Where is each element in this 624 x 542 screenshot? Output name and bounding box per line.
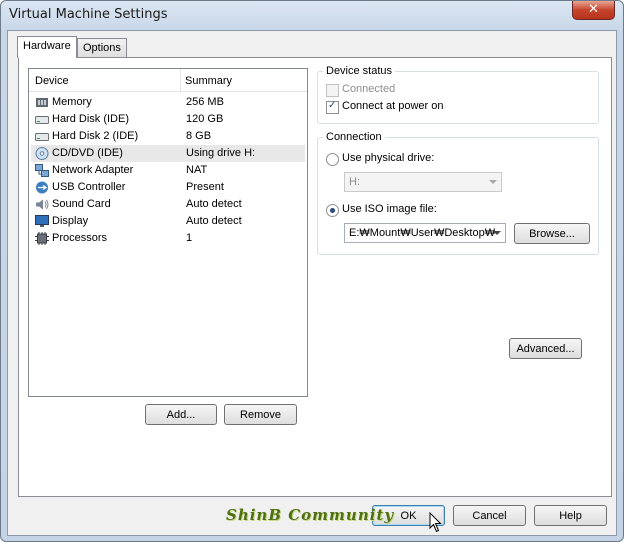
- cd-dvd-icon: [35, 147, 49, 160]
- device-list-header: Device Summary: [29, 69, 307, 92]
- mouse-cursor-icon: [429, 512, 442, 533]
- physical-drive-select[interactable]: H:: [344, 172, 502, 192]
- device-row-hard-disk[interactable]: Hard Disk (IDE) 120 GB: [31, 111, 305, 128]
- device-name: Network Adapter: [52, 164, 134, 176]
- memory-icon: [36, 98, 48, 107]
- device-summary: 256 MB: [186, 96, 224, 108]
- use-iso-image-radio[interactable]: [326, 204, 339, 217]
- close-icon: ✕: [588, 2, 599, 17]
- tab-hardware[interactable]: Hardware: [17, 36, 77, 58]
- remove-button[interactable]: Remove: [224, 404, 297, 425]
- connected-label: Connected: [342, 83, 396, 95]
- column-header-summary[interactable]: Summary: [185, 75, 232, 87]
- usb-icon: [36, 181, 48, 194]
- device-summary: Using drive H:: [186, 147, 256, 159]
- watermark-text: ShinB Community: [226, 506, 395, 524]
- device-list[interactable]: Device Summary Memory 256 MB Hard Disk (…: [28, 68, 308, 397]
- device-summary: Auto detect: [186, 215, 242, 227]
- device-name: Memory: [52, 96, 92, 108]
- device-name: CD/DVD (IDE): [52, 147, 123, 159]
- connect-at-power-on-label: Connect at power on: [342, 100, 444, 112]
- dialog-client-area: Hardware Options Device Summary Memory 2…: [7, 30, 617, 536]
- display-icon: [35, 215, 49, 227]
- iso-image-path-input[interactable]: E:₩Mount₩User₩Desktop₩: [344, 223, 506, 243]
- device-summary: NAT: [186, 164, 208, 176]
- device-status-group: Device status Connected ✓ Connect at pow…: [317, 65, 599, 124]
- column-header-device[interactable]: Device: [35, 75, 69, 87]
- column-separator[interactable]: [180, 69, 181, 91]
- device-row-display[interactable]: Display Auto detect: [31, 213, 305, 230]
- iso-image-path-value: E:₩Mount₩User₩Desktop₩: [349, 227, 496, 239]
- connected-checkbox[interactable]: [326, 84, 339, 97]
- device-name: Sound Card: [52, 198, 111, 210]
- use-physical-drive-label: Use physical drive:: [342, 152, 435, 164]
- close-button[interactable]: ✕: [572, 1, 615, 20]
- device-name: USB Controller: [52, 181, 126, 193]
- network-adapter-icon: [35, 164, 49, 177]
- device-name: Display: [52, 215, 89, 227]
- device-name: Processors: [52, 232, 108, 244]
- vm-settings-window: Virtual Machine Settings ✕ Hardware Opti…: [0, 0, 624, 542]
- device-row-usb-controller[interactable]: USB Controller Present: [31, 179, 305, 196]
- use-physical-drive-radio[interactable]: [326, 153, 339, 166]
- processor-icon: [35, 232, 49, 245]
- checkmark-icon: ✓: [328, 100, 337, 111]
- hard-disk-icon: [35, 133, 49, 141]
- use-iso-image-label: Use ISO image file:: [342, 203, 437, 215]
- device-name: Hard Disk (IDE): [52, 113, 130, 125]
- window-title: Virtual Machine Settings: [9, 7, 168, 22]
- hard-disk-icon: [35, 116, 49, 124]
- chevron-down-icon: [493, 231, 501, 235]
- device-row-processors[interactable]: Processors 1: [31, 230, 305, 247]
- sound-card-icon: [36, 199, 49, 210]
- help-button[interactable]: Help: [534, 505, 607, 526]
- connection-group: Connection Use physical drive: H: Use IS…: [317, 131, 599, 255]
- device-summary: Auto detect: [186, 198, 242, 210]
- device-status-legend: Device status: [323, 65, 396, 77]
- advanced-button[interactable]: Advanced...: [509, 338, 582, 359]
- device-name: Hard Disk 2 (IDE): [52, 130, 139, 142]
- chevron-down-icon: [489, 180, 497, 184]
- hardware-panel: Device Summary Memory 256 MB Hard Disk (…: [18, 57, 612, 497]
- device-row-sound-card[interactable]: Sound Card Auto detect: [31, 196, 305, 213]
- connection-legend: Connection: [323, 131, 385, 143]
- cancel-button[interactable]: Cancel: [453, 505, 526, 526]
- device-summary: 120 GB: [186, 113, 224, 125]
- radio-selected-dot: [330, 208, 335, 213]
- device-row-network-adapter[interactable]: Network Adapter NAT: [31, 162, 305, 179]
- browse-button[interactable]: Browse...: [514, 223, 590, 244]
- device-row-hard-disk-2[interactable]: Hard Disk 2 (IDE) 8 GB: [31, 128, 305, 145]
- physical-drive-value: H:: [349, 176, 360, 188]
- connect-at-power-on-checkbox[interactable]: ✓: [326, 100, 339, 114]
- tab-options[interactable]: Options: [77, 38, 127, 57]
- device-summary: 8 GB: [186, 130, 212, 142]
- device-summary: Present: [186, 181, 224, 193]
- device-row-memory[interactable]: Memory 256 MB: [31, 94, 305, 111]
- device-summary: 1: [186, 232, 193, 244]
- add-button[interactable]: Add...: [145, 404, 217, 425]
- device-row-cd-dvd[interactable]: CD/DVD (IDE) Using drive H:: [31, 145, 305, 162]
